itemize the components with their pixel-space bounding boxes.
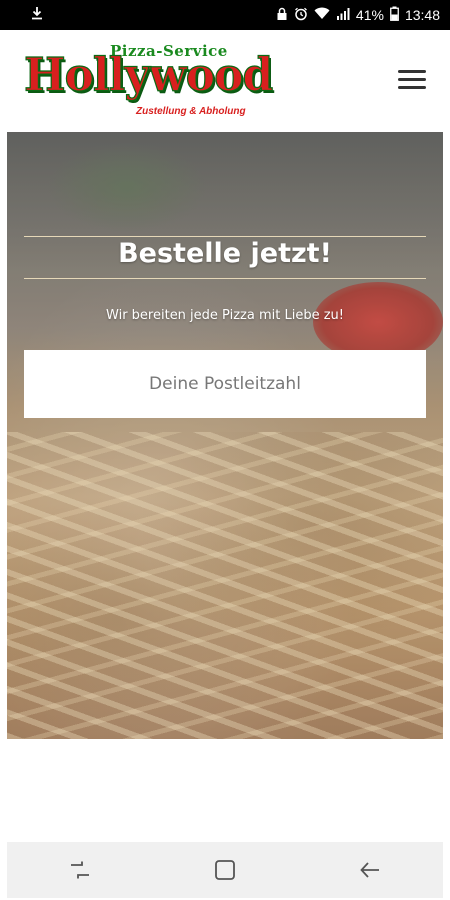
alarm-icon xyxy=(294,7,308,24)
battery-percent: 41% xyxy=(355,7,384,23)
battery-icon xyxy=(390,6,399,24)
signal-icon xyxy=(336,7,350,23)
divider-top xyxy=(24,236,426,237)
system-nav-bar xyxy=(7,842,443,898)
site-header: Pizza-Service Hollywood Zustellung & Abh… xyxy=(0,30,450,130)
download-icon xyxy=(30,6,44,24)
hero-banner: Bestelle jetzt! Wir bereiten jede Pizza … xyxy=(7,132,443,739)
postal-code-input[interactable] xyxy=(24,350,426,418)
hero-title: Bestelle jetzt! xyxy=(118,238,332,269)
lock-icon xyxy=(276,7,288,24)
logo-main-text: Hollywood xyxy=(23,48,273,103)
status-bar: 41% 13:48 xyxy=(0,0,450,30)
recent-apps-icon[interactable] xyxy=(60,850,100,890)
hamburger-menu-icon[interactable] xyxy=(398,70,426,92)
logo-sub-text: Zustellung & Abholung xyxy=(136,106,246,117)
logo[interactable]: Pizza-Service Hollywood Zustellung & Abh… xyxy=(23,42,273,118)
hero-subtitle: Wir bereiten jede Pizza mit Liebe zu! xyxy=(106,308,344,323)
home-icon[interactable] xyxy=(205,850,245,890)
wifi-icon xyxy=(314,7,330,23)
back-icon[interactable] xyxy=(350,850,390,890)
divider-bottom xyxy=(24,278,426,279)
clock: 13:48 xyxy=(404,7,440,23)
